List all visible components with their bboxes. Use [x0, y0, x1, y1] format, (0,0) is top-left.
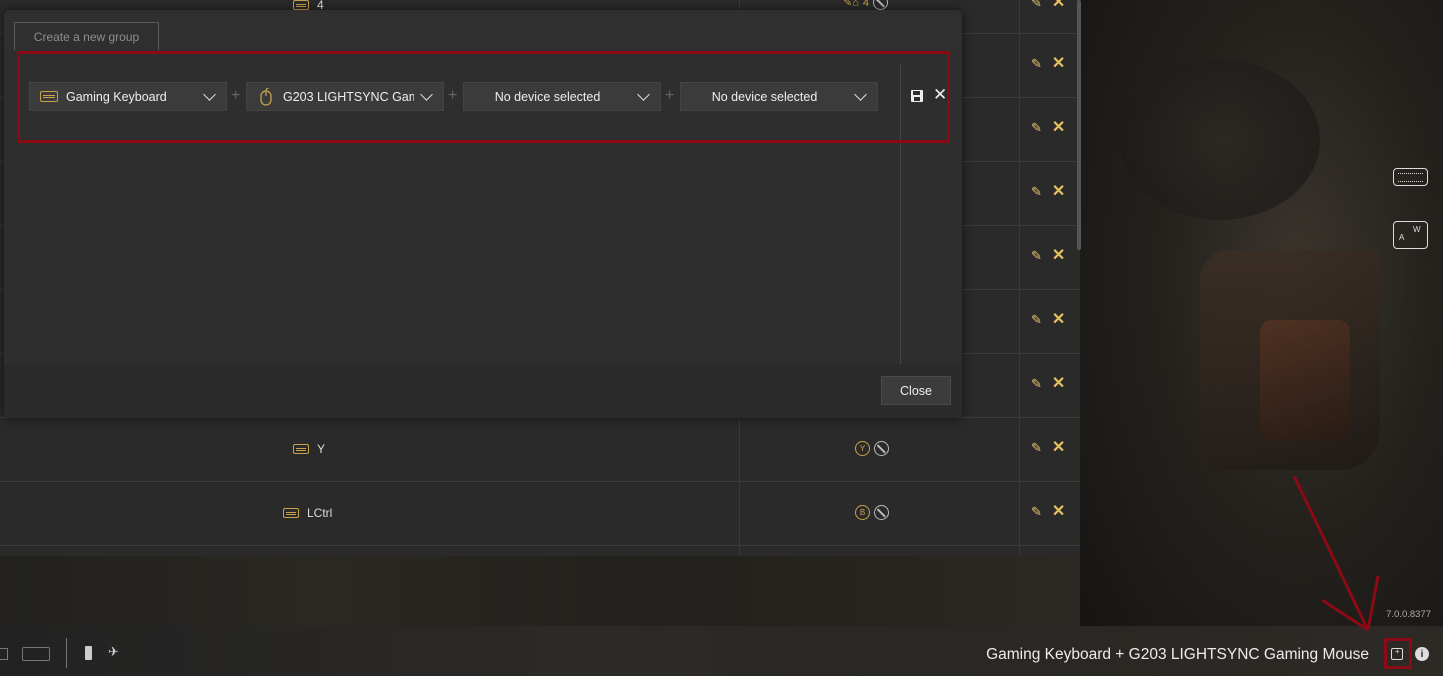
save-icon[interactable]: [911, 90, 923, 102]
binding-label: 4: [862, 0, 869, 9]
device-select-label: No device selected: [711, 89, 818, 104]
delete-icon[interactable]: ✕: [1052, 376, 1065, 392]
gamepad-button-icon: Y: [855, 441, 870, 456]
edit-icon[interactable]: ✎: [1031, 313, 1042, 327]
delete-icon[interactable]: ✕: [1052, 56, 1065, 72]
plus-icon: +: [665, 87, 675, 104]
mouse-icon: [257, 87, 275, 106]
delete-icon[interactable]: ✕: [1052, 248, 1065, 264]
device-select-2[interactable]: G203 LIGHTSYNC Gami...: [246, 82, 444, 111]
divider: [66, 638, 67, 668]
table-row[interactable]: LCtrl B ✎ ✕: [0, 482, 1080, 546]
keymap-aw-icon[interactable]: A W: [1393, 221, 1428, 249]
keyboard-icon: [283, 508, 299, 518]
chevron-down-icon: [854, 88, 867, 101]
edit-icon[interactable]: ✎: [1031, 249, 1042, 263]
keyboard-layout-icon[interactable]: [1393, 168, 1428, 186]
annotation-arrow: [1292, 475, 1380, 632]
device-select-3[interactable]: No device selected: [463, 82, 661, 111]
edit-icon[interactable]: ✎: [1031, 377, 1042, 391]
keyboard-icon[interactable]: [22, 647, 50, 661]
chevron-down-icon: [420, 88, 433, 101]
disabled-icon: [874, 441, 889, 456]
gamepad-button-icon: B: [855, 505, 870, 520]
window-icon[interactable]: [0, 648, 8, 660]
disabled-icon: [873, 0, 888, 10]
keyboard-icon: [293, 0, 309, 10]
device-select-label: G203 LIGHTSYNC Gami...: [283, 89, 414, 104]
delete-icon[interactable]: ✕: [1052, 0, 1065, 11]
device-select-label: No device selected: [494, 89, 601, 104]
close-button[interactable]: Close: [881, 376, 951, 405]
table-scrollbar[interactable]: [1077, 0, 1081, 250]
edit-icon[interactable]: ✎: [1031, 185, 1042, 199]
chevron-down-icon: [637, 88, 650, 101]
delete-icon[interactable]: ✕: [1052, 440, 1065, 456]
create-group-tab[interactable]: Create a new group: [14, 22, 159, 50]
delete-icon[interactable]: ✕: [1052, 504, 1065, 520]
key-label: Y: [317, 442, 326, 456]
row-divider: [900, 64, 901, 364]
edit-icon[interactable]: ✎: [1031, 121, 1042, 135]
controller-icon[interactable]: [85, 646, 92, 660]
background-strip: [0, 556, 1080, 626]
edit-icon[interactable]: ✎: [1031, 505, 1042, 519]
info-icon[interactable]: i: [1415, 647, 1429, 661]
disabled-icon: [874, 505, 889, 520]
joystick-icon[interactable]: ✈: [108, 644, 119, 660]
chevron-down-icon: [203, 88, 216, 101]
edit-icon[interactable]: ✎: [1031, 441, 1042, 455]
close-icon[interactable]: ✕: [933, 85, 947, 105]
delete-icon[interactable]: ✕: [1052, 184, 1065, 200]
keyboard-icon: [293, 444, 309, 454]
version-label: 7.0.0.8377: [1386, 609, 1431, 620]
active-group-title: Gaming Keyboard + G203 LIGHTSYNC Gaming …: [986, 646, 1369, 663]
table-row[interactable]: Y Y ✎ ✕: [0, 418, 1080, 482]
device-select-1[interactable]: Gaming Keyboard: [29, 82, 227, 111]
device-group-icon[interactable]: +: [1391, 648, 1403, 660]
keyboard-icon: [40, 91, 58, 102]
plus-icon: +: [231, 87, 241, 104]
dialog-footer: [4, 364, 962, 418]
plus-icon: +: [448, 87, 458, 104]
key-label: LCtrl: [307, 506, 333, 520]
delete-icon[interactable]: ✕: [1052, 120, 1065, 136]
delete-icon[interactable]: ✕: [1052, 312, 1065, 328]
edit-mouse-icon: ✎⌂: [843, 0, 859, 9]
edit-icon[interactable]: ✎: [1031, 57, 1042, 71]
device-select-label: Gaming Keyboard: [66, 89, 167, 104]
edit-icon[interactable]: ✎: [1031, 0, 1042, 10]
device-group-dialog: Create a new group Gaming Keyboard + G20…: [4, 10, 962, 418]
status-bar: ✈ Gaming Keyboard + G203 LIGHTSYNC Gamin…: [0, 626, 1443, 676]
device-select-4[interactable]: No device selected: [680, 82, 878, 111]
